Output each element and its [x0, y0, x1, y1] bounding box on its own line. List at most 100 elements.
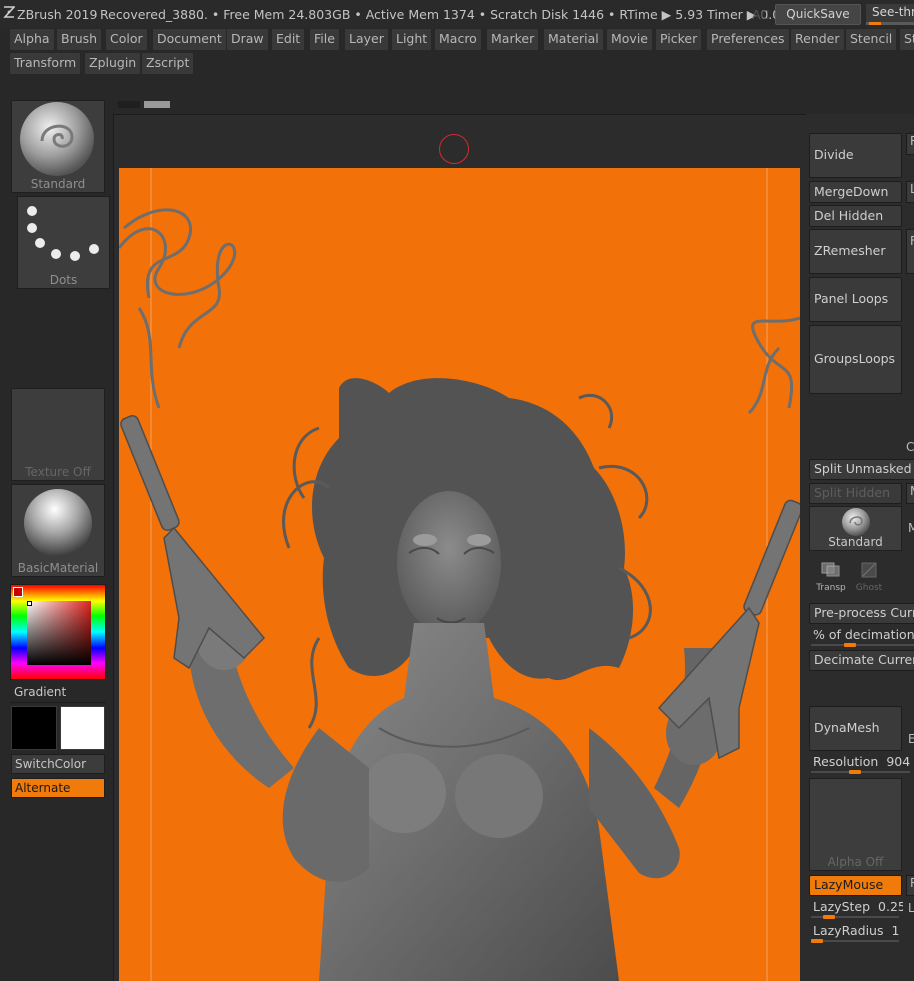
menu-draw[interactable]: Draw — [227, 29, 268, 50]
color-picker[interactable] — [10, 584, 106, 680]
right-stub-l2: L — [908, 901, 914, 915]
material-selector[interactable]: BasicMaterial — [11, 484, 105, 577]
menu-zplugin[interactable]: Zplugin — [85, 53, 141, 74]
texture-label: Texture Off — [25, 465, 91, 479]
right-stub-m2: M — [908, 521, 914, 535]
menu-macro[interactable]: Macro — [435, 29, 481, 50]
main-menu-bar: Alpha Brush Color Document Draw Edit File Layer… — [0, 28, 914, 52]
divide-button[interactable]: Divide — [809, 133, 902, 178]
main-menu-bar-row2: Transform Zplugin Zscript — [0, 52, 914, 76]
switch-color-button[interactable]: SwitchColor — [11, 754, 105, 774]
decimation-slider[interactable]: % of decimation 2 — [809, 627, 914, 647]
dynamesh-button[interactable]: DynaMesh — [809, 706, 902, 751]
menu-alpha[interactable]: Alpha — [10, 29, 54, 50]
menu-color[interactable]: Color — [106, 29, 147, 50]
texture-selector[interactable]: Texture Off — [11, 388, 105, 481]
menu-preferences[interactable]: Preferences — [707, 29, 789, 50]
lazymouse-toggle[interactable]: LazyMouse — [809, 875, 902, 896]
app-title: ZBrush 2019 — [17, 7, 98, 22]
standard-brush-icon — [842, 508, 870, 536]
document-name: Recovered_3880 — [100, 7, 204, 22]
dots-stroke-icon — [27, 206, 99, 261]
menu-st[interactable]: St — [900, 29, 914, 50]
right-stub-l[interactable]: L — [906, 181, 914, 203]
sculpt-model — [119, 168, 800, 981]
menu-stencil[interactable]: Stencil — [846, 29, 897, 50]
doc-tab-2[interactable] — [144, 101, 170, 108]
brush-selector[interactable]: Standard — [11, 100, 105, 193]
lazyradius-slider[interactable]: LazyRadius 1 — [809, 923, 903, 943]
groups-loops-button[interactable]: GroupsLoops — [809, 325, 902, 394]
doc-tab-1[interactable] — [118, 101, 140, 108]
zremesher-button[interactable]: ZRemesher — [809, 229, 902, 274]
ghost-label: Ghost — [855, 583, 883, 593]
menu-light[interactable]: Light — [392, 29, 432, 50]
lazystep-label: LazyStep — [813, 899, 871, 914]
right-stub-c: C — [906, 440, 914, 454]
del-hidden-button[interactable]: Del Hidden — [809, 205, 902, 227]
basic-material-sphere-icon — [24, 489, 92, 557]
menu-movie[interactable]: Movie — [607, 29, 652, 50]
menu-material[interactable]: Material — [544, 29, 603, 50]
see-through-slider[interactable]: See-thr — [866, 4, 914, 25]
lazyradius-value: 1 — [891, 923, 900, 938]
lazystep-value: 0.25 — [878, 899, 903, 914]
menu-layer[interactable]: Layer — [345, 29, 388, 50]
menu-edit[interactable]: Edit — [272, 29, 305, 50]
sculpt-canvas[interactable] — [119, 168, 800, 981]
stroke-selector[interactable]: Dots — [17, 196, 110, 289]
menu-picker[interactable]: Picker — [656, 29, 702, 50]
split-unmasked-button[interactable]: Split Unmasked Po — [809, 459, 914, 480]
resolution-value: 904 — [886, 754, 911, 769]
secondary-color-swatch[interactable] — [60, 706, 105, 750]
menu-file[interactable]: File — [310, 29, 339, 50]
ghost-icon — [861, 562, 877, 578]
stroke-label: Dots — [49, 273, 78, 287]
right-stub-r[interactable]: R — [906, 133, 914, 155]
transp-label: Transp — [816, 583, 846, 593]
title-bar: ZBrush 2019 Recovered_3880 .. • Free Mem… — [0, 0, 914, 28]
color-sv-square[interactable] — [27, 601, 91, 665]
right-stub-f[interactable]: F — [906, 229, 914, 274]
menu-marker[interactable]: Marker — [487, 29, 539, 50]
alternate-toggle[interactable]: Alternate — [11, 778, 105, 798]
preprocess-button[interactable]: Pre-process Curre — [809, 603, 914, 624]
right-brush-selector[interactable]: Standard — [809, 506, 902, 551]
resolution-label: Resolution — [813, 754, 879, 769]
menu-render[interactable]: Render — [791, 29, 844, 50]
decimate-current-button[interactable]: Decimate Current — [809, 650, 914, 671]
gradient-button[interactable]: Gradient — [10, 682, 106, 703]
ghost-button[interactable]: Ghost — [852, 560, 886, 596]
menu-brush[interactable]: Brush — [57, 29, 102, 50]
mergedown-button[interactable]: MergeDown — [809, 181, 902, 203]
color-sv-marker[interactable] — [27, 601, 32, 606]
ac-indicator: AC — [752, 7, 770, 22]
main-color-swatch[interactable] — [11, 706, 57, 750]
alpha-off-label: Alpha Off — [827, 855, 884, 869]
zbrush-logo-icon — [3, 5, 16, 22]
right-stub-m1[interactable]: M — [906, 483, 914, 504]
quicksave-button[interactable]: QuickSave — [775, 4, 861, 25]
menu-transform[interactable]: Transform — [10, 53, 81, 74]
split-hidden-button[interactable]: Split Hidden — [809, 483, 902, 504]
menu-zscript[interactable]: Zscript — [142, 53, 194, 74]
color-hue-marker[interactable] — [13, 587, 23, 597]
lazyradius-label: LazyRadius — [813, 923, 884, 938]
lazystep-slider[interactable]: LazyStep 0.25 — [809, 899, 903, 919]
resolution-slider[interactable]: Resolution 904 — [809, 754, 914, 774]
memory-stats: .. • Free Mem 24.803GB • Active Mem 1374… — [200, 7, 822, 22]
right-brush-label: Standard — [828, 535, 883, 549]
panel-loops-button[interactable]: Panel Loops — [809, 277, 902, 322]
standard-brush-icon — [20, 102, 94, 176]
transparency-icon — [821, 562, 840, 577]
see-through-label: See-thr — [872, 5, 914, 19]
decimation-label: % of decimation — [813, 627, 914, 642]
menu-document[interactable]: Document — [153, 29, 226, 50]
right-alpha-selector[interactable]: Alpha Off — [809, 778, 902, 871]
transp-button[interactable]: Transp — [812, 560, 850, 596]
right-stub-r2[interactable]: R — [906, 875, 914, 896]
right-stub-e: E — [908, 732, 914, 746]
brush-cursor-icon — [439, 134, 469, 164]
material-label: BasicMaterial — [17, 561, 99, 575]
brush-label: Standard — [30, 177, 86, 191]
